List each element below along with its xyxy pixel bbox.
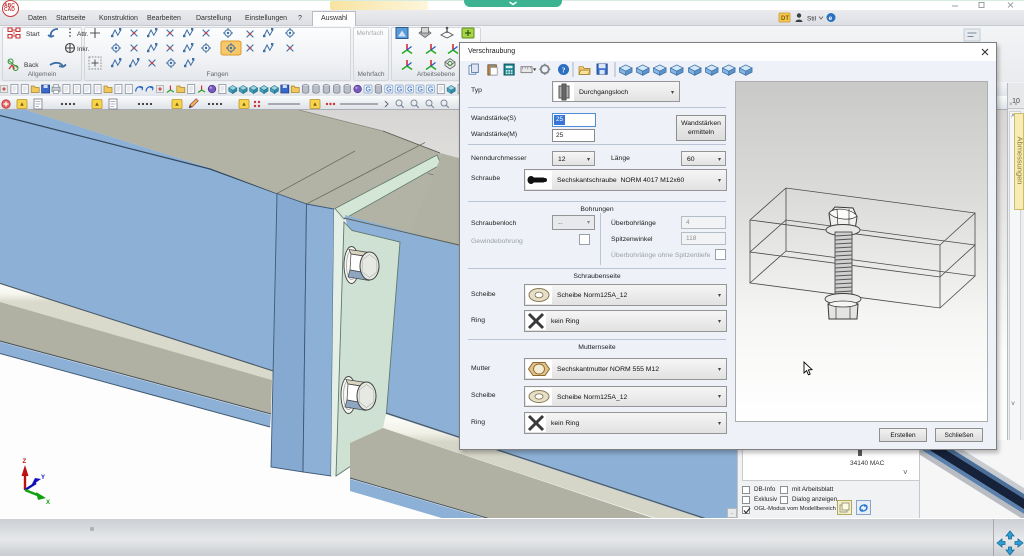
svg-text:Attr.: Attr. <box>77 31 89 38</box>
svg-text:Z: Z <box>23 459 27 465</box>
svg-text:X: X <box>46 500 50 506</box>
svg-text:Stil: Stil <box>807 16 817 23</box>
svg-text:Back: Back <box>24 62 39 69</box>
svg-text:Mehrfach: Mehrfach <box>356 30 383 37</box>
svg-text:?: ? <box>562 66 566 75</box>
svg-text:Start: Start <box>26 31 40 38</box>
svg-text:DT: DT <box>781 16 789 22</box>
svg-text:Inkr.: Inkr. <box>77 46 89 53</box>
svg-text:Y: Y <box>41 475 45 481</box>
svg-text:e: e <box>829 15 833 22</box>
